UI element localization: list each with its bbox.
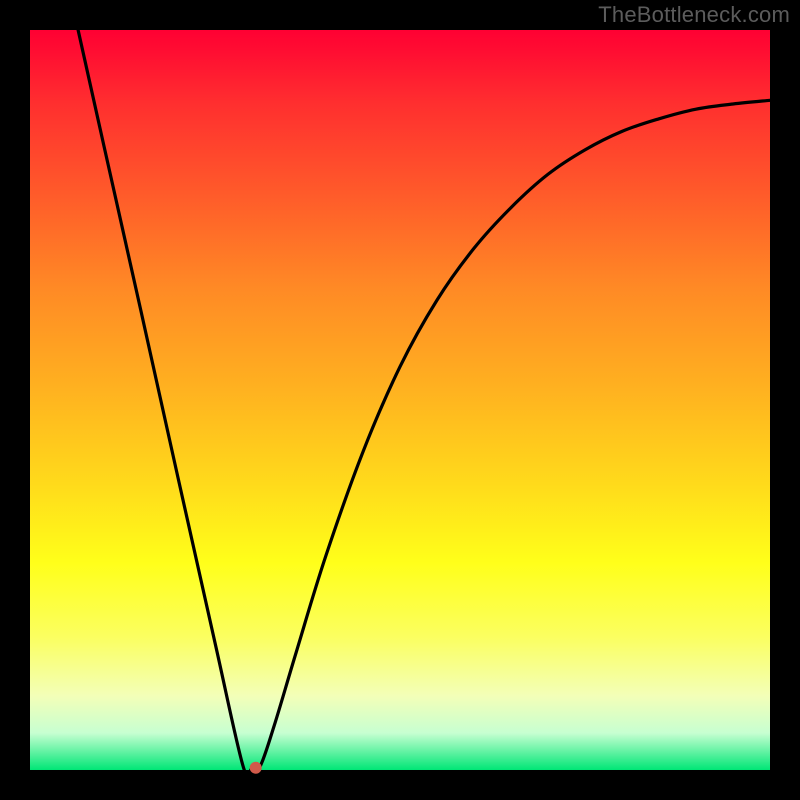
watermark-text: TheBottleneck.com — [598, 2, 790, 28]
curve-svg — [30, 30, 770, 770]
bottleneck-curve — [78, 30, 770, 777]
chart-frame: TheBottleneck.com — [0, 0, 800, 800]
plot-area — [30, 30, 770, 770]
optimal-point-marker — [250, 762, 262, 774]
